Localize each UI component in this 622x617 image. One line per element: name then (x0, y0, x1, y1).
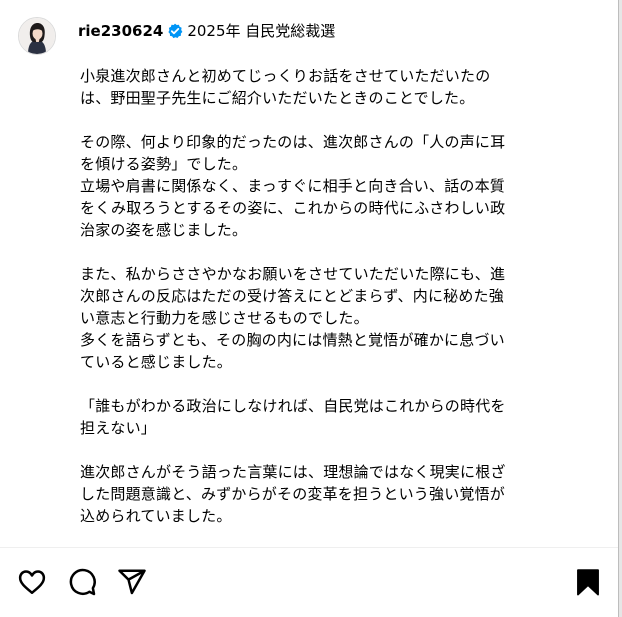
caption-line: を傾ける姿勢」でした。 (80, 155, 248, 173)
caption-paragraph: また、私からささやかなお願いをさせていただいた際にも、進 次郎さんの反応はただの… (80, 263, 580, 373)
avatar[interactable] (18, 17, 56, 55)
post-action-bar (0, 548, 618, 617)
caption-paragraph: 進次郎さんがそう語った言葉には、理想論ではなく現実に根ざ した問題意識と、みずか… (80, 461, 580, 527)
post-header-line: rie230624 2025年 自民党総裁選 (78, 21, 335, 41)
caption-line: は、野田聖子先生にご紹介いただいたときのことでした。 (80, 89, 475, 107)
caption-line: 小泉進次郎さんと初めてじっくりお話をさせていただいたの (80, 67, 491, 85)
avatar-image (19, 18, 55, 54)
caption-line: 治家の姿を感じました。 (80, 221, 248, 239)
verified-badge-icon (167, 23, 183, 39)
caption-line: をくみ取ろうとするその姿に、これからの時代にふさわしい政 (80, 199, 506, 217)
caption-paragraph: その際、何より印象的だったのは、進次郎さんの「人の声に耳 を傾ける姿勢」でした。… (80, 131, 580, 241)
heart-icon (18, 570, 46, 594)
caption-line: ていると感じました。 (80, 353, 233, 371)
caption-line: 進次郎さんがそう語った言葉には、理想論ではなく現実に根ざ (80, 463, 506, 481)
like-button[interactable] (17, 567, 47, 597)
save-button[interactable] (573, 567, 603, 597)
paper-plane-icon (118, 569, 146, 595)
bookmark-icon (577, 569, 599, 596)
caption-line: 次郎さんの反応はただの受け答えにとどまらず、内に秘めた強 (80, 287, 504, 305)
share-button[interactable] (117, 567, 147, 597)
caption-line: 立場や肩書に関係なく、まっすぐに相手と向き合い、話の本質 (80, 177, 506, 195)
comment-bubble-icon (69, 568, 96, 596)
caption-headline: 2025年 自民党総裁選 (187, 22, 336, 40)
caption-paragraph: 「誰もがわかる政治にしなければ、自民党はこれからの時代を 担えない」 (80, 395, 580, 439)
caption-line: した問題意識と、みずからがその変革を担うという強い覚悟が (80, 485, 506, 503)
username[interactable]: rie230624 (78, 21, 163, 41)
comment-button[interactable] (67, 567, 97, 597)
post-caption-area[interactable]: rie230624 2025年 自民党総裁選 小泉進次郎さんと初めてじっくりお話… (0, 0, 618, 547)
caption-line: い意志と行動力を感じさせるものでした。 (80, 309, 369, 327)
post-header: rie230624 2025年 自民党総裁選 (18, 17, 335, 55)
caption-line: 「誰もがわかる政治にしなければ、自民党はこれからの時代を (80, 397, 506, 415)
caption-line: 多くを語らずとも、その胸の内には情熱と覚悟が確かに息づい (80, 331, 505, 349)
caption-line: また、私からささやかなお願いをさせていただいた際にも、進 (80, 265, 506, 283)
caption-line: その際、何より印象的だったのは、進次郎さんの「人の声に耳 (80, 133, 506, 151)
caption-line: 込められていました。 (80, 507, 232, 525)
caption-line: 担えない」 (80, 419, 157, 437)
caption-paragraph: 小泉進次郎さんと初めてじっくりお話をさせていただいたの は、野田聖子先生にご紹介… (80, 65, 580, 109)
post-caption: 小泉進次郎さんと初めてじっくりお話をさせていただいたの は、野田聖子先生にご紹介… (80, 65, 580, 547)
